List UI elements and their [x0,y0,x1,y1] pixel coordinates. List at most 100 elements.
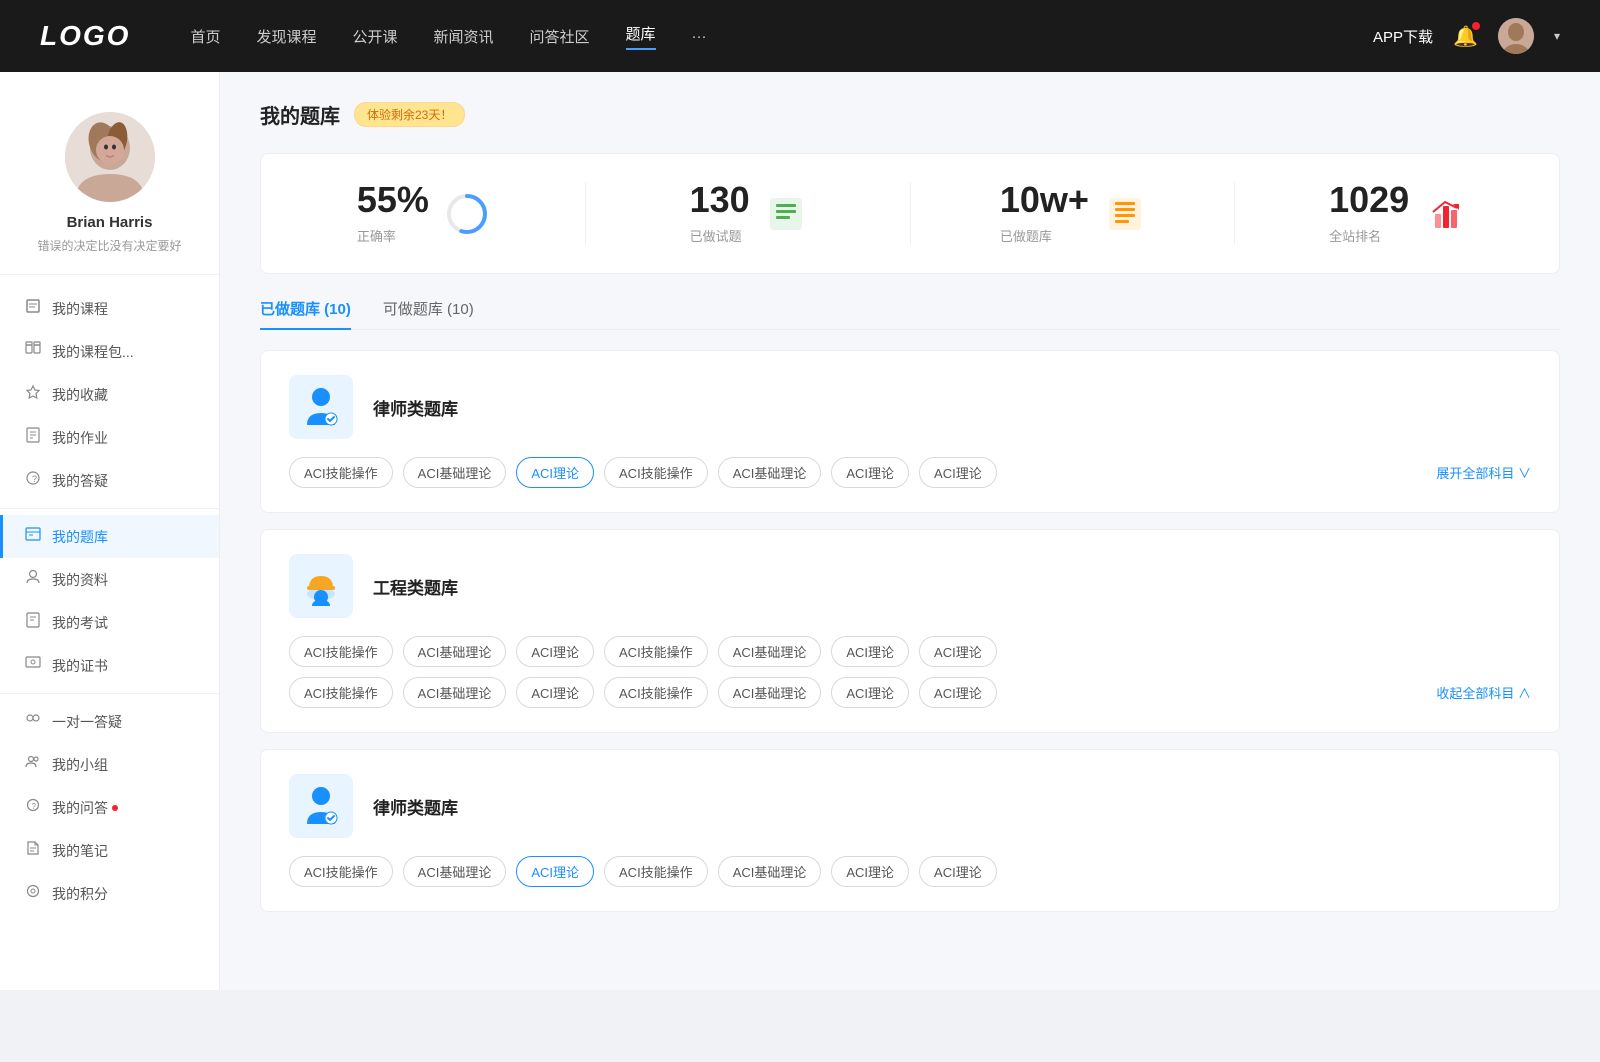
tag-2-12[interactable]: ACI基础理论 [718,677,822,708]
tag-1-7[interactable]: ACI理论 [919,457,997,488]
packages-icon [24,341,42,362]
tab-available-banks[interactable]: 可做题库 (10) [383,298,474,329]
bank-card-3-icon [289,774,353,838]
sidebar-item-course-packages[interactable]: 我的课程包... [0,330,219,373]
expand-link-1[interactable]: 展开全部科目 ∨ [1426,463,1531,482]
stat-accuracy-icon [445,192,489,236]
nav-qa[interactable]: 问答社区 [530,26,590,47]
tag-1-2[interactable]: ACI基础理论 [403,457,507,488]
sidebar-item-group[interactable]: 我的小组 [0,743,219,786]
nav-news[interactable]: 新闻资讯 [434,26,494,47]
tag-2-2[interactable]: ACI基础理论 [403,636,507,667]
tag-2-4[interactable]: ACI技能操作 [604,636,708,667]
tag-1-4[interactable]: ACI技能操作 [604,457,708,488]
profile-section: Brian Harris 错误的决定比没有决定要好 [0,102,219,275]
page-wrapper: Brian Harris 错误的决定比没有决定要好 我的课程 我的课程包... [0,72,1600,990]
tag-2-10[interactable]: ACI理论 [516,677,594,708]
sidebar-item-questions[interactable]: ? 我的问答 [0,786,219,829]
collapse-link-2[interactable]: 收起全部科目 ∧ [1426,683,1531,702]
sidebar-item-notes[interactable]: 我的笔记 [0,829,219,872]
bank-card-3: 律师类题库 ACI技能操作 ACI基础理论 ACI理论 ACI技能操作 ACI基… [260,749,1560,912]
stat-banks-number: 10w+ [1000,182,1089,218]
sidebar-label-1on1: 一对一答疑 [52,712,122,732]
sidebar-item-favorites[interactable]: 我的收藏 [0,373,219,416]
stats-row: 55% 正确率 130 已做试题 [260,153,1560,274]
sidebar-label-homework: 我的作业 [52,428,108,448]
sidebar-label-points: 我的积分 [52,884,108,904]
tag-3-2[interactable]: ACI基础理论 [403,856,507,887]
points-icon [24,883,42,904]
question-bank-icon [24,526,42,547]
nav-question-bank[interactable]: 题库 [626,23,656,50]
sidebar: Brian Harris 错误的决定比没有决定要好 我的课程 我的课程包... [0,72,220,990]
tag-3-5[interactable]: ACI基础理论 [718,856,822,887]
sidebar-label-profile: 我的资料 [52,570,108,590]
tag-2-14[interactable]: ACI理论 [919,677,997,708]
nav-courses[interactable]: 发现课程 [256,26,316,47]
bell-notification[interactable]: 🔔 [1453,24,1478,49]
app-download-btn[interactable]: APP下载 [1373,26,1433,47]
sidebar-label-my-courses: 我的课程 [52,299,108,319]
sidebar-label-questions: 我的问答 [52,798,108,818]
nav-menu: 首页 发现课程 公开课 新闻资讯 问答社区 题库 ··· [190,23,1373,50]
tag-2-11[interactable]: ACI技能操作 [604,677,708,708]
stat-questions-icon [766,194,806,234]
sidebar-item-my-qa[interactable]: ? 我的答疑 [0,459,219,502]
trial-badge: 体验剩余23天！ [354,102,465,127]
tag-3-4[interactable]: ACI技能操作 [604,856,708,887]
sidebar-item-homework[interactable]: 我的作业 [0,416,219,459]
stat-banks-done: 10w+ 已做题库 [911,182,1236,245]
sidebar-label-packages: 我的课程包... [52,342,134,362]
page-title: 我的题库 [260,100,340,129]
sidebar-label-certificate: 我的证书 [52,656,108,676]
nav-home[interactable]: 首页 [190,26,220,47]
tag-2-9[interactable]: ACI基础理论 [403,677,507,708]
tag-2-5[interactable]: ACI基础理论 [718,636,822,667]
tag-3-6[interactable]: ACI理论 [831,856,909,887]
page-header: 我的题库 体验剩余23天！ [260,100,1560,129]
sidebar-item-points[interactable]: 我的积分 [0,872,219,915]
nav-more[interactable]: ··· [692,28,707,45]
stat-accuracy: 55% 正确率 [261,182,586,245]
tag-3-3-active[interactable]: ACI理论 [516,856,594,887]
sidebar-item-exam[interactable]: 我的考试 [0,601,219,644]
stat-questions-text: 130 已做试题 [690,182,750,245]
sidebar-item-1on1[interactable]: 一对一答疑 [0,700,219,743]
sidebar-item-certificate[interactable]: 我的证书 [0,644,219,687]
user-dropdown-arrow[interactable]: ▾ [1554,29,1560,43]
tag-2-7[interactable]: ACI理论 [919,636,997,667]
group-icon [24,754,42,775]
tag-2-8[interactable]: ACI技能操作 [289,677,393,708]
stat-accuracy-text: 55% 正确率 [357,182,429,245]
tag-2-3[interactable]: ACI理论 [516,636,594,667]
navbar: LOGO 首页 发现课程 公开课 新闻资讯 问答社区 题库 ··· APP下载 … [0,0,1600,72]
user-motto: 错误的决定比没有决定要好 [37,237,181,254]
sidebar-item-question-bank[interactable]: 我的题库 [0,515,219,558]
sidebar-label-exam: 我的考试 [52,613,108,633]
bank-card-2-header: 工程类题库 [289,554,1531,618]
tag-1-3-active[interactable]: ACI理论 [516,457,594,488]
stat-accuracy-number: 55% [357,182,429,218]
exam-icon [24,612,42,633]
bank-card-3-title: 律师类题库 [373,794,458,819]
certificate-icon [24,655,42,676]
tag-2-6[interactable]: ACI理论 [831,636,909,667]
tab-done-banks[interactable]: 已做题库 (10) [260,298,351,329]
tag-1-6[interactable]: ACI理论 [831,457,909,488]
tag-3-1[interactable]: ACI技能操作 [289,856,393,887]
tag-1-5[interactable]: ACI基础理论 [718,457,822,488]
tag-1-1[interactable]: ACI技能操作 [289,457,393,488]
sidebar-item-my-courses[interactable]: 我的课程 [0,287,219,330]
tag-3-7[interactable]: ACI理论 [919,856,997,887]
logo[interactable]: LOGO [40,20,130,52]
bank-card-1-header: 律师类题库 [289,375,1531,439]
tag-2-13[interactable]: ACI理论 [831,677,909,708]
nav-open-courses[interactable]: 公开课 [352,26,397,47]
tag-2-1[interactable]: ACI技能操作 [289,636,393,667]
divider-2 [0,693,219,694]
bank-card-2-tags-row2: ACI技能操作 ACI基础理论 ACI理论 ACI技能操作 ACI基础理论 AC… [289,677,1531,708]
user-avatar-nav[interactable] [1498,18,1534,54]
bank-card-2-tags-row1: ACI技能操作 ACI基础理论 ACI理论 ACI技能操作 ACI基础理论 AC… [289,636,1531,667]
sidebar-label-group: 我的小组 [52,755,108,775]
sidebar-item-profile[interactable]: 我的资料 [0,558,219,601]
